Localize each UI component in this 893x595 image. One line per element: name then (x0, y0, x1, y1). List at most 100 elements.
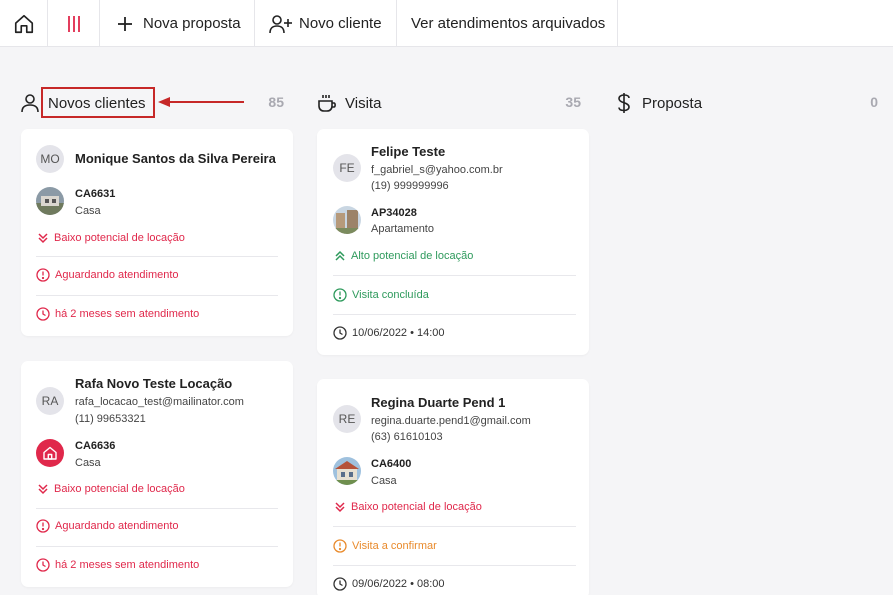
column-title: Visita (345, 94, 382, 112)
client-card[interactable]: RA Rafa Novo Teste Locação rafa_locacao_… (21, 361, 293, 587)
alert-circle-icon (36, 519, 50, 533)
divider (36, 508, 278, 509)
highlight-annotation-box (41, 87, 155, 118)
time-label: há 2 meses sem atendimento (55, 308, 200, 320)
home-icon (14, 14, 33, 33)
coffee-cup-icon (318, 95, 336, 112)
novo-cliente-button[interactable]: Novo cliente (255, 0, 397, 47)
dollar-icon (618, 93, 630, 113)
potential-indicator: Baixo potencial de locação (37, 483, 185, 495)
client-name: Monique Santos da Silva Pereira (75, 151, 276, 166)
user-icon (21, 94, 39, 113)
nova-proposta-button[interactable]: Nova proposta (100, 0, 255, 47)
divider (36, 546, 278, 547)
chevrons-down-icon (335, 502, 345, 513)
menu-bars-icon (67, 15, 80, 32)
time-indicator: há 2 meses sem atendimento (36, 307, 199, 321)
top-toolbar: Nova proposta Novo cliente Ver atendimen… (0, 0, 893, 47)
column-count: 0 (870, 94, 878, 110)
plus-icon (118, 16, 132, 31)
date-indicator: 10/06/2022 • 14:00 (333, 326, 445, 340)
property-type: Casa (75, 457, 101, 469)
visit-card[interactable]: FE Felipe Teste f_gabriel_s@yahoo.com.br… (317, 129, 589, 355)
potential-label: Alto potencial de locação (351, 250, 474, 262)
date-indicator: 09/06/2022 • 08:00 (333, 577, 445, 591)
column-header-proposta: Proposta (614, 88, 702, 118)
clock-icon (333, 326, 347, 340)
divider (333, 526, 576, 527)
client-phone: (63) 61610103 (371, 431, 443, 443)
property-type: Apartamento (371, 223, 434, 235)
property-photo (36, 187, 64, 215)
divider (333, 314, 576, 315)
client-name: Felipe Teste (371, 144, 446, 159)
nova-proposta-label: Nova proposta (143, 15, 241, 32)
ver-arquivados-button[interactable]: Ver atendimentos arquivados (397, 0, 618, 47)
status-label: Aguardando atendimento (55, 520, 179, 532)
chevrons-up-icon (335, 250, 345, 261)
client-email: f_gabriel_s@yahoo.com.br (371, 164, 503, 176)
date-label: 09/06/2022 • 08:00 (352, 578, 445, 590)
client-card[interactable]: MO Monique Santos da Silva Pereira CA663… (21, 129, 293, 336)
time-indicator: há 2 meses sem atendimento (36, 558, 199, 572)
house-icon (43, 446, 57, 460)
property-code: CA6400 (371, 458, 412, 470)
avatar: RA (36, 387, 64, 415)
clock-icon (333, 577, 347, 591)
potential-label: Baixo potencial de locação (351, 501, 482, 513)
divider (36, 256, 278, 257)
property-photo-placeholder (36, 439, 64, 467)
chevrons-down-icon (38, 233, 48, 244)
alert-circle-icon (36, 268, 50, 282)
divider (333, 565, 576, 566)
status-label: Visita concluída (352, 289, 429, 301)
status-indicator: Visita concluída (333, 288, 429, 302)
client-name: Regina Duarte Pend 1 (371, 395, 506, 410)
column-title: Proposta (642, 94, 703, 112)
property-type: Casa (75, 205, 101, 217)
ver-arquivados-label: Ver atendimentos arquivados (411, 15, 606, 32)
novo-cliente-label: Novo cliente (299, 15, 382, 32)
client-phone: (19) 999999996 (371, 180, 449, 192)
status-indicator: Visita a confirmar (333, 539, 437, 553)
clock-icon (36, 307, 50, 321)
annotation-arrow-icon (158, 97, 244, 107)
clock-icon (36, 558, 50, 572)
date-label: 10/06/2022 • 14:00 (352, 327, 445, 339)
home-button[interactable] (0, 0, 48, 47)
time-label: há 2 meses sem atendimento (55, 559, 200, 571)
column-count: 85 (268, 94, 284, 110)
potential-indicator: Baixo potencial de locação (37, 232, 185, 244)
avatar: FE (333, 154, 361, 182)
status-indicator: Aguardando atendimento (36, 268, 179, 282)
client-email: regina.duarte.pend1@gmail.com (371, 415, 531, 427)
divider (36, 295, 278, 296)
potential-label: Baixo potencial de locação (54, 232, 185, 244)
potential-indicator: Alto potencial de locação (334, 250, 473, 262)
client-email: rafa_locacao_test@mailinator.com (75, 396, 244, 408)
chevrons-down-icon (38, 484, 48, 495)
avatar: MO (36, 145, 64, 173)
status-label: Visita a confirmar (352, 540, 437, 552)
client-phone: (11) 99653321 (75, 413, 146, 425)
property-code: CA6631 (75, 188, 116, 200)
columns-menu-button[interactable] (48, 0, 100, 47)
property-type: Casa (371, 475, 397, 487)
property-code: AP34028 (371, 207, 417, 219)
potential-label: Baixo potencial de locação (54, 483, 185, 495)
status-label: Aguardando atendimento (55, 269, 179, 281)
alert-circle-icon (333, 288, 347, 302)
avatar: RE (333, 405, 361, 433)
potential-indicator: Baixo potencial de locação (334, 501, 482, 513)
property-code: CA6636 (75, 440, 116, 452)
column-count: 35 (565, 94, 581, 110)
column-header-visita: Visita (317, 88, 381, 118)
status-indicator: Aguardando atendimento (36, 519, 179, 533)
client-name: Rafa Novo Teste Locação (75, 376, 233, 391)
property-photo (333, 457, 361, 485)
divider (333, 275, 576, 276)
user-plus-icon (269, 14, 292, 33)
alert-circle-icon (333, 539, 347, 553)
property-photo (333, 206, 361, 234)
visit-card[interactable]: RE Regina Duarte Pend 1 regina.duarte.pe… (317, 379, 589, 595)
